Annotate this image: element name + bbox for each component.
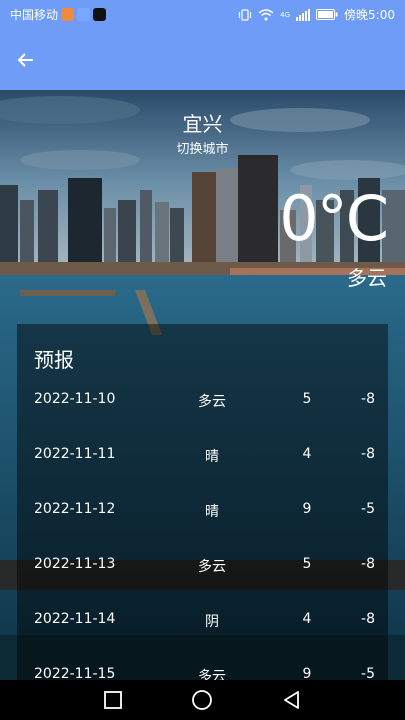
video-app-icon — [61, 8, 75, 21]
forecast-title: 预报 — [34, 348, 74, 372]
forecast-weather: 阴 — [205, 614, 219, 630]
forecast-date: 2022-11-11 — [34, 446, 116, 462]
forecast-date: 2022-11-12 — [34, 501, 116, 517]
carrier-label: 中国移动 — [10, 8, 59, 22]
forecast-min-temp: -8 — [361, 611, 375, 627]
forecast-date: 2022-11-13 — [34, 556, 116, 572]
back-button[interactable] — [12, 46, 40, 74]
browser-app-icon — [77, 8, 91, 21]
forecast-date: 2022-11-10 — [34, 391, 116, 407]
status-left: 中国移动 — [10, 6, 107, 23]
arrow-left-icon — [17, 53, 33, 67]
switch-city-link[interactable]: 切换城市 — [0, 138, 405, 157]
network-type-label: 4G — [280, 10, 291, 19]
tiktok-app-icon — [93, 8, 107, 21]
forecast-weather: 多云 — [198, 559, 226, 575]
battery-icon — [316, 9, 338, 20]
status-bar: 中国移动 4G 傍晚5:00 — [0, 0, 405, 28]
city-name: 宜兴 — [182, 112, 223, 136]
back-nav-button[interactable] — [280, 688, 304, 712]
forecast-max-temp: 9 — [302, 501, 312, 517]
status-right: 4G 傍晚5:00 — [238, 6, 395, 23]
signal-icon — [296, 8, 311, 21]
recents-square-icon — [104, 691, 122, 709]
vibrate-icon — [239, 8, 252, 21]
forecast-max-temp: 4 — [302, 611, 312, 627]
forecast-row: 2022-11-14 阴 4 -8 — [17, 605, 388, 635]
forecast-min-temp: -8 — [361, 446, 375, 462]
forecast-row: 2022-11-13 多云 5 -8 — [17, 550, 388, 580]
forecast-row: 2022-11-12 晴 9 -5 — [17, 495, 388, 525]
forecast-min-temp: -8 — [361, 556, 375, 572]
current-temperature: 0°C — [279, 182, 389, 255]
back-triangle-icon — [284, 691, 299, 709]
forecast-max-temp: 4 — [302, 446, 312, 462]
system-navigation-bar — [0, 680, 405, 720]
forecast-date: 2022-11-14 — [34, 611, 116, 627]
forecast-weather: 晴 — [205, 449, 219, 465]
forecast-min-temp: -5 — [361, 501, 375, 517]
forecast-row: 2022-11-11 晴 4 -8 — [17, 440, 388, 470]
current-weather-description: 多云 — [347, 266, 387, 290]
forecast-panel: 预报 2022-11-10 多云 5 -8 2022-11-11 晴 4 -8 … — [17, 324, 388, 684]
forecast-min-temp: -8 — [361, 391, 375, 407]
recents-button[interactable] — [101, 688, 125, 712]
app-bar — [0, 28, 405, 90]
forecast-weather: 晴 — [205, 504, 219, 520]
home-button[interactable] — [190, 688, 214, 712]
forecast-row: 2022-11-10 多云 5 -8 — [17, 385, 388, 415]
home-circle-icon — [192, 690, 212, 710]
forecast-max-temp: 5 — [302, 391, 312, 407]
forecast-max-temp: 5 — [302, 556, 312, 572]
wifi-icon — [258, 8, 274, 20]
forecast-weather: 多云 — [198, 394, 226, 410]
clock-label: 傍晚5:00 — [344, 8, 395, 22]
